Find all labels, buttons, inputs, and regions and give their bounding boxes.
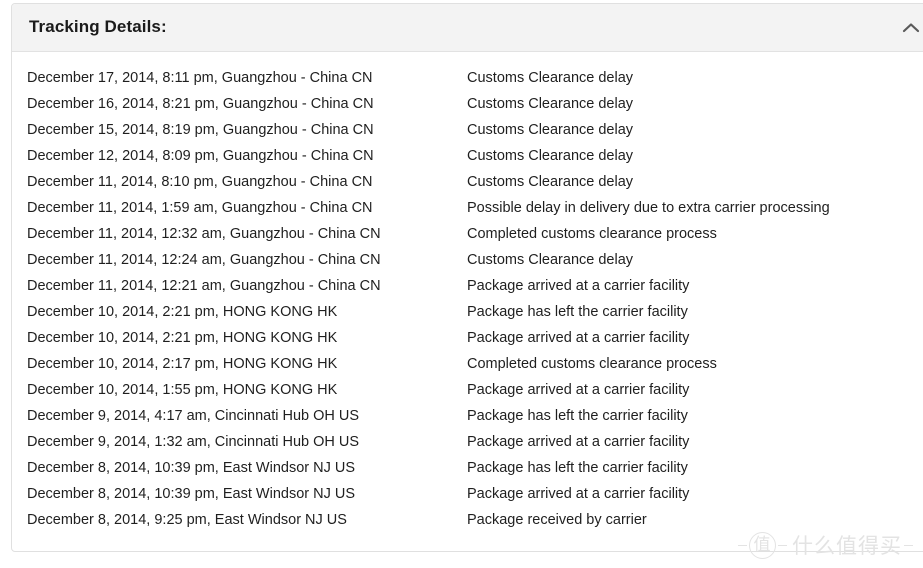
- table-row: December 10, 2014, 2:17 pm, HONG KONG HK…: [12, 351, 923, 377]
- event-status: Customs Clearance delay: [467, 252, 634, 268]
- table-row: December 10, 2014, 2:21 pm, HONG KONG HK…: [12, 325, 923, 351]
- event-status: Possible delay in delivery due to extra …: [467, 200, 830, 216]
- table-row: December 16, 2014, 8:21 pm, Guangzhou - …: [12, 91, 923, 117]
- panel-header[interactable]: Tracking Details:: [12, 4, 923, 52]
- event-datetime: December 15, 2014, 8:19 pm, Guangzhou - …: [27, 122, 374, 138]
- event-datetime: December 10, 2014, 2:21 pm, HONG KONG HK: [27, 330, 338, 346]
- event-status: Package arrived at a carrier facility: [467, 382, 690, 398]
- tracking-details-panel: Tracking Details: December 17, 2014, 8:1…: [11, 3, 923, 552]
- event-datetime: December 17, 2014, 8:11 pm, Guangzhou - …: [27, 70, 373, 86]
- event-status: Customs Clearance delay: [467, 174, 634, 190]
- event-status: Package received by carrier: [467, 512, 647, 528]
- table-row: December 12, 2014, 8:09 pm, Guangzhou - …: [12, 143, 923, 169]
- event-datetime: December 9, 2014, 4:17 am, Cincinnati Hu…: [27, 408, 360, 424]
- event-status: Package arrived at a carrier facility: [467, 434, 690, 450]
- event-datetime: December 8, 2014, 10:39 pm, East Windsor…: [27, 460, 356, 476]
- table-row: December 11, 2014, 12:24 am, Guangzhou -…: [12, 247, 923, 273]
- event-datetime: December 9, 2014, 1:32 am, Cincinnati Hu…: [27, 434, 360, 450]
- table-row: December 10, 2014, 2:21 pm, HONG KONG HK…: [12, 299, 923, 325]
- event-status: Package has left the carrier facility: [467, 304, 688, 320]
- event-status: Customs Clearance delay: [467, 70, 634, 86]
- event-datetime: December 10, 2014, 1:55 pm, HONG KONG HK: [27, 382, 338, 398]
- table-row: December 11, 2014, 8:10 pm, Guangzhou - …: [12, 169, 923, 195]
- event-status: Package arrived at a carrier facility: [467, 486, 690, 502]
- table-row: December 11, 2014, 12:21 am, Guangzhou -…: [12, 273, 923, 299]
- event-status: Package arrived at a carrier facility: [467, 330, 690, 346]
- event-datetime: December 16, 2014, 8:21 pm, Guangzhou - …: [27, 96, 374, 112]
- event-status: Package arrived at a carrier facility: [467, 278, 690, 294]
- event-status: Package has left the carrier facility: [467, 408, 688, 424]
- event-status: Completed customs clearance process: [467, 356, 717, 372]
- event-datetime: December 10, 2014, 2:21 pm, HONG KONG HK: [27, 304, 338, 320]
- event-status: Package has left the carrier facility: [467, 460, 688, 476]
- table-row: December 11, 2014, 1:59 am, Guangzhou - …: [12, 195, 923, 221]
- event-datetime: December 12, 2014, 8:09 pm, Guangzhou - …: [27, 148, 374, 164]
- event-datetime: December 8, 2014, 10:39 pm, East Windsor…: [27, 486, 356, 502]
- table-row: December 8, 2014, 10:39 pm, East Windsor…: [12, 481, 923, 507]
- table-row: December 8, 2014, 10:39 pm, East Windsor…: [12, 455, 923, 481]
- event-status: Customs Clearance delay: [467, 122, 634, 138]
- event-status: Customs Clearance delay: [467, 148, 634, 164]
- event-datetime: December 11, 2014, 1:59 am, Guangzhou - …: [27, 200, 373, 216]
- table-row: December 9, 2014, 4:17 am, Cincinnati Hu…: [12, 403, 923, 429]
- event-datetime: December 11, 2014, 12:24 am, Guangzhou -…: [27, 252, 381, 268]
- event-datetime: December 10, 2014, 2:17 pm, HONG KONG HK: [27, 356, 338, 372]
- chevron-up-icon: [900, 17, 922, 39]
- event-datetime: December 8, 2014, 9:25 pm, East Windsor …: [27, 512, 347, 528]
- table-row: December 15, 2014, 8:19 pm, Guangzhou - …: [12, 117, 923, 143]
- table-row: December 8, 2014, 9:25 pm, East Windsor …: [12, 507, 923, 533]
- table-row: December 11, 2014, 12:32 am, Guangzhou -…: [12, 221, 923, 247]
- table-row: December 10, 2014, 1:55 pm, HONG KONG HK…: [12, 377, 923, 403]
- page-title: Tracking Details:: [29, 17, 167, 36]
- tracking-events-list: December 17, 2014, 8:11 pm, Guangzhou - …: [12, 52, 923, 551]
- event-status: Completed customs clearance process: [467, 226, 717, 242]
- table-row: December 17, 2014, 8:11 pm, Guangzhou - …: [12, 65, 923, 91]
- collapse-panel-button[interactable]: [900, 17, 922, 39]
- event-datetime: December 11, 2014, 12:32 am, Guangzhou -…: [27, 226, 381, 242]
- event-status: Customs Clearance delay: [467, 96, 634, 112]
- event-datetime: December 11, 2014, 12:21 am, Guangzhou -…: [27, 278, 381, 294]
- event-datetime: December 11, 2014, 8:10 pm, Guangzhou - …: [27, 174, 373, 190]
- table-row: December 9, 2014, 1:32 am, Cincinnati Hu…: [12, 429, 923, 455]
